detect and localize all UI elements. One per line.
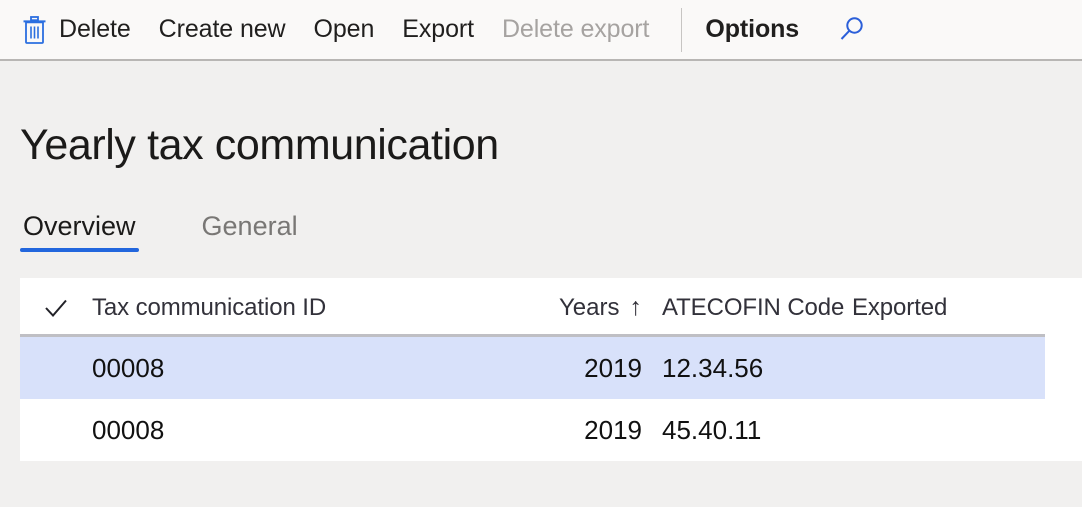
options-menu-label: Options [705,15,800,43]
toolbar-divider [681,7,683,52]
page-content: Yearly tax communication Overview Genera… [0,61,1082,461]
action-toolbar: Delete Create new Open Export Delete exp… [0,0,1082,61]
cell-years: 2019 [584,352,642,383]
delete-export-button-label: Delete export [501,15,650,43]
column-header-atecofin-code[interactable]: ATECOFIN Code [642,294,852,322]
delete-button-label: Delete [59,15,131,43]
delete-button[interactable]: Delete [22,8,145,52]
table-row[interactable]: 00008 2019 45.40.11 [20,399,1082,461]
tab-general[interactable]: General [199,213,301,252]
delete-export-button: Delete export [488,8,663,52]
column-header-tax-communication-id[interactable]: Tax communication ID [92,294,524,322]
grid-header-row: Tax communication ID Years ↑ ATECOFIN Co… [20,278,1082,337]
export-button-label: Export [402,15,474,43]
cell-tax-communication-id: 00008 [92,414,165,445]
search-button[interactable] [825,8,877,52]
search-icon [836,15,866,45]
select-all-header-cell[interactable] [20,295,92,321]
checkmark-icon [43,295,69,321]
tab-bar: Overview General [20,200,1082,252]
column-header-exported[interactable]: Exported [852,294,1082,322]
tab-general-label: General [201,211,298,241]
export-button[interactable]: Export [388,8,488,52]
cell-atecofin-code: 45.40.11 [662,414,762,445]
tab-overview-label: Overview [23,211,136,241]
options-menu-button[interactable]: Options [691,8,813,52]
sort-ascending-icon: ↑ [629,293,643,321]
open-button-label: Open [313,15,375,43]
column-header-tax-communication-id-label: Tax communication ID [92,293,327,321]
column-header-years[interactable]: Years ↑ [524,294,642,322]
cell-atecofin-code: 12.34.56 [662,352,764,383]
tax-communication-grid: Tax communication ID Years ↑ ATECOFIN Co… [20,278,1082,461]
column-header-exported-label: Exported [852,293,948,321]
tab-overview[interactable]: Overview [20,213,139,252]
cell-tax-communication-id: 00008 [92,352,165,383]
open-button[interactable]: Open [300,8,389,52]
page-title: Yearly tax communication [20,121,499,169]
cell-years: 2019 [584,414,642,445]
column-header-atecofin-code-label: ATECOFIN Code [662,293,845,321]
create-new-button-label: Create new [158,15,286,43]
column-header-years-label: Years [559,293,620,321]
create-new-button[interactable]: Create new [145,8,300,52]
table-row[interactable]: 00008 2019 12.34.56 [20,337,1082,399]
trash-icon [22,15,47,44]
